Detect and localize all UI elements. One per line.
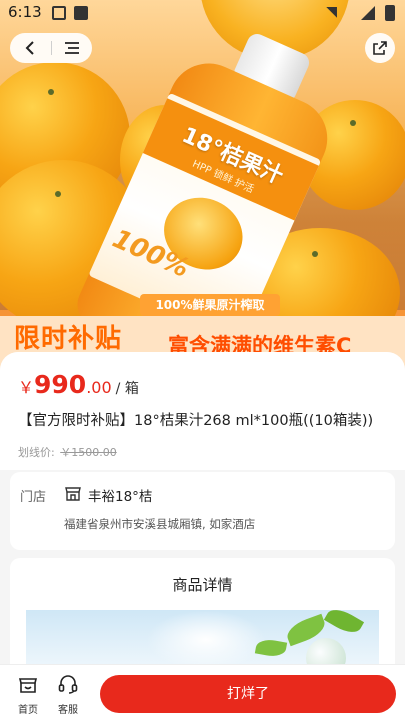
service-tab-label: 客服	[58, 705, 78, 716]
customer-service-tab[interactable]: 客服	[48, 673, 88, 716]
bottom-action-bar: 首页 客服 打烊了	[0, 664, 405, 720]
price-decimal: .00	[86, 378, 112, 397]
store-label: 门店	[20, 490, 47, 505]
original-price-row: 划线价: ￥1500.00	[18, 444, 117, 460]
store-section[interactable]: 门店 丰裕18°桔 福建省泉州市安溪县城厢镇, 如家酒店	[10, 472, 395, 550]
store-name: 丰裕18°桔	[88, 489, 153, 505]
cellular-icon	[361, 6, 375, 20]
battery-icon	[385, 5, 395, 21]
home-tab[interactable]: 首页	[8, 673, 48, 716]
headset-icon	[58, 675, 78, 694]
menu-icon	[64, 42, 79, 54]
back-icon	[25, 41, 34, 55]
original-price-label: 划线价:	[18, 446, 55, 459]
status-bar: 6:13 ◥	[0, 0, 405, 28]
currency-symbol: ￥	[18, 378, 35, 397]
home-icon	[18, 678, 38, 693]
original-price: ￥1500.00	[60, 446, 117, 459]
price-unit: / 箱	[115, 381, 139, 397]
status-time: 6:13	[8, 3, 42, 21]
detail-image-glow	[146, 610, 266, 670]
image-notification-icon	[52, 6, 66, 20]
back-button[interactable]	[10, 33, 51, 63]
price-row: ￥ 990 .00 / 箱	[18, 370, 139, 399]
app-notification-icon	[74, 6, 88, 20]
detail-title: 商品详情	[172, 576, 233, 594]
menu-button[interactable]	[51, 33, 92, 63]
store-icon	[65, 487, 81, 501]
price-section: ￥ 990 .00 / 箱 【官方限时补贴】18°桔果汁268 ml*100瓶(…	[0, 352, 405, 470]
product-title: 【官方限时补贴】18°桔果汁268 ml*100瓶((10箱装))	[18, 413, 374, 429]
hero-tag: 100%鲜果原汁榨取	[140, 294, 280, 316]
closed-cta-button[interactable]: 打烊了	[100, 675, 396, 713]
home-tab-label: 首页	[18, 705, 38, 716]
price-value: 990	[34, 370, 87, 399]
nav-capsule	[10, 33, 92, 63]
hero-left-title: 限时补贴	[14, 324, 123, 354]
store-address: 福建省泉州市安溪县城厢镇, 如家酒店	[64, 517, 256, 531]
leaf-graphic	[323, 604, 365, 638]
product-info-card: ￥ 990 .00 / 箱 【官方限时补贴】18°桔果汁268 ml*100瓶(…	[0, 352, 405, 678]
share-button[interactable]	[365, 33, 395, 63]
product-detail-section: 商品详情	[10, 558, 395, 678]
wifi-icon: ◥	[326, 4, 337, 20]
share-icon	[373, 41, 387, 55]
